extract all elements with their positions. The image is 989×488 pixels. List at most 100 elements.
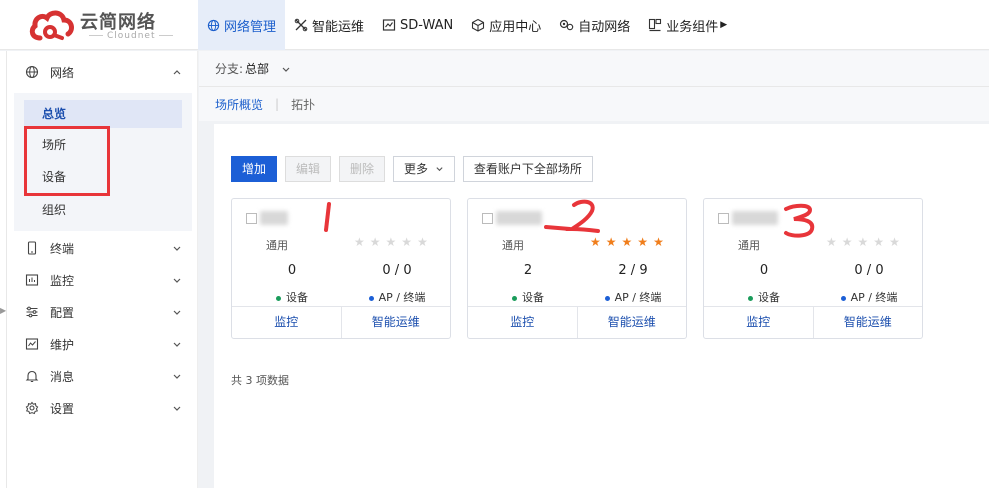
globe-icon bbox=[207, 19, 220, 31]
add-button[interactable]: 增加 bbox=[231, 156, 278, 182]
topnav-auto-network[interactable]: 自动网络 bbox=[550, 0, 639, 50]
phone-icon bbox=[24, 240, 40, 256]
topnav-label: 智能运维 bbox=[312, 19, 365, 35]
ap-terminal-label: AP / 终端 bbox=[814, 289, 924, 305]
sdwan-icon bbox=[382, 19, 396, 31]
rating-stars: ★★★★★ bbox=[354, 235, 433, 249]
ap-terminal-label: AP / 终端 bbox=[578, 289, 688, 305]
sidebar-group-label: 消息 bbox=[50, 369, 75, 384]
device-count: 2 bbox=[523, 263, 533, 278]
monitor-link[interactable]: 监控 bbox=[704, 307, 814, 338]
branch-label: 分支: bbox=[215, 62, 244, 76]
more-button[interactable]: 更多 bbox=[393, 156, 455, 182]
site-card[interactable]: 通用 ★★★★★ 0 0 / 0 设备 AP / 终端 监控 智能运维 3 bbox=[703, 198, 923, 339]
status-dot bbox=[276, 295, 281, 301]
site-card[interactable]: 通用 ★★★★★ 2 2 / 9 设备 AP / 终端 监控 智能运维 2 bbox=[467, 198, 687, 339]
logo[interactable]: 云简网络 Cloudnet bbox=[0, 0, 195, 50]
tabs-bar: 场所概览 | 拓扑 bbox=[199, 87, 989, 121]
status-dot bbox=[604, 295, 610, 301]
logo-subtext: Cloudnet bbox=[85, 31, 177, 41]
cloud-logo-icon bbox=[29, 10, 74, 41]
monitor-link[interactable]: 监控 bbox=[468, 307, 578, 338]
sidebar-item-organization[interactable]: 组织 bbox=[24, 196, 182, 224]
chevron-down-icon bbox=[436, 167, 443, 172]
card-checkbox[interactable] bbox=[246, 213, 257, 224]
sidebar-group-maintenance[interactable]: 维护 bbox=[14, 328, 192, 360]
sidebar-group-messages[interactable]: 消息 bbox=[14, 360, 192, 392]
topnav-business-components[interactable]: 业务组件 ▶ bbox=[639, 0, 736, 50]
top-nav: 网络管理 智能运维 SD-WAN 应用中心 自动网络 业务组件 ▶ bbox=[198, 0, 736, 50]
card-footer: 监控 智能运维 bbox=[468, 306, 686, 338]
topnav-network-management[interactable]: 网络管理 bbox=[198, 0, 286, 50]
wrench-icon bbox=[24, 336, 40, 352]
collapse-sidebar-icon[interactable]: ▶ bbox=[0, 306, 6, 315]
sidebar-group-network[interactable]: 网络 bbox=[14, 56, 192, 88]
sidebar-group-monitor[interactable]: 监控 bbox=[14, 264, 192, 296]
chevron-down-icon bbox=[173, 342, 181, 347]
branch-selector-bar: 分支: 总部 bbox=[199, 51, 989, 87]
chevron-down-icon[interactable] bbox=[281, 64, 291, 74]
device-count: 0 bbox=[287, 263, 297, 278]
topnav-smart-ops[interactable]: 智能运维 bbox=[285, 0, 373, 50]
site-name-redacted bbox=[732, 211, 778, 225]
tab-topology[interactable]: 拓扑 bbox=[291, 96, 315, 113]
sidebar-item-devices[interactable]: 设备 bbox=[24, 163, 182, 191]
sidebar-group-label: 网络 bbox=[50, 65, 75, 80]
topnav-label: 应用中心 bbox=[489, 19, 542, 35]
chevron-down-icon bbox=[173, 278, 181, 283]
sidebar-group-label: 终端 bbox=[50, 241, 75, 256]
smart-ops-link[interactable]: 智能运维 bbox=[342, 307, 451, 338]
sidebar-group-label: 配置 bbox=[50, 305, 75, 320]
device-label: 设备 bbox=[468, 289, 588, 305]
sidebar-group-label: 维护 bbox=[50, 337, 75, 352]
chevron-down-icon bbox=[173, 374, 181, 379]
monitor-link[interactable]: 监控 bbox=[232, 307, 342, 338]
rating-stars: ★★★★★ bbox=[590, 235, 669, 249]
tab-site-overview[interactable]: 场所概览 bbox=[215, 96, 263, 113]
smart-ops-link[interactable]: 智能运维 bbox=[814, 307, 923, 338]
ap-terminal-count: 0 / 0 bbox=[854, 263, 884, 278]
caret-right-icon: ▶ bbox=[720, 20, 728, 30]
grid-icon bbox=[649, 18, 662, 32]
cube-icon bbox=[472, 18, 485, 32]
ap-terminal-count: 2 / 9 bbox=[618, 263, 648, 278]
annotation-number-2: 2 bbox=[544, 199, 600, 233]
smart-ops-link[interactable]: 智能运维 bbox=[578, 307, 687, 338]
site-type: 通用 bbox=[502, 239, 524, 252]
card-checkbox[interactable] bbox=[718, 213, 729, 224]
tools-icon bbox=[294, 18, 308, 32]
card-checkbox[interactable] bbox=[482, 213, 493, 224]
sidebar-item-overview[interactable]: 总览 bbox=[24, 100, 182, 128]
topnav-label: 业务组件 bbox=[666, 19, 719, 35]
chevron-down-icon bbox=[173, 246, 181, 251]
more-label: 更多 bbox=[404, 162, 429, 176]
topnav-sdwan[interactable]: SD-WAN bbox=[373, 0, 462, 50]
sidebar-group-settings[interactable]: 设置 bbox=[14, 392, 192, 424]
site-name-redacted bbox=[496, 211, 542, 225]
topnav-label: SD-WAN bbox=[400, 17, 454, 33]
annotation-number-3: 3 bbox=[784, 203, 815, 238]
site-card[interactable]: 通用 ★★★★★ 0 0 / 0 设备 AP / 终端 监控 智能运维 1 bbox=[231, 198, 451, 339]
toolbar: 增加 编辑 删除 更多 查看账户下全部场所 bbox=[231, 156, 601, 182]
sidebar-group-config[interactable]: 配置 bbox=[14, 296, 192, 328]
delete-button[interactable]: 删除 bbox=[339, 156, 386, 182]
view-all-sites-button[interactable]: 查看账户下全部场所 bbox=[462, 156, 593, 182]
edit-button[interactable]: 编辑 bbox=[285, 156, 332, 182]
sidebar-divider bbox=[6, 51, 7, 488]
sidebar-item-sites[interactable]: 场所 bbox=[24, 131, 182, 159]
topnav-app-center[interactable]: 应用中心 bbox=[462, 0, 550, 50]
sidebar-group-terminal[interactable]: 终端 bbox=[14, 232, 192, 264]
tab-separator: | bbox=[275, 97, 280, 111]
card-footer: 监控 智能运维 bbox=[704, 306, 922, 338]
site-type: 通用 bbox=[738, 239, 760, 252]
device-label: 设备 bbox=[704, 289, 824, 305]
chevron-down-icon bbox=[173, 310, 181, 315]
total-count: 共 3 项数据 bbox=[231, 374, 289, 387]
status-dot bbox=[368, 295, 374, 301]
branch-value[interactable]: 总部 bbox=[245, 60, 269, 77]
device-label: 设备 bbox=[232, 289, 352, 305]
site-name-redacted bbox=[260, 211, 288, 225]
sliders-icon bbox=[24, 304, 40, 320]
card-footer: 监控 智能运维 bbox=[232, 306, 450, 338]
globe-icon bbox=[24, 64, 40, 80]
